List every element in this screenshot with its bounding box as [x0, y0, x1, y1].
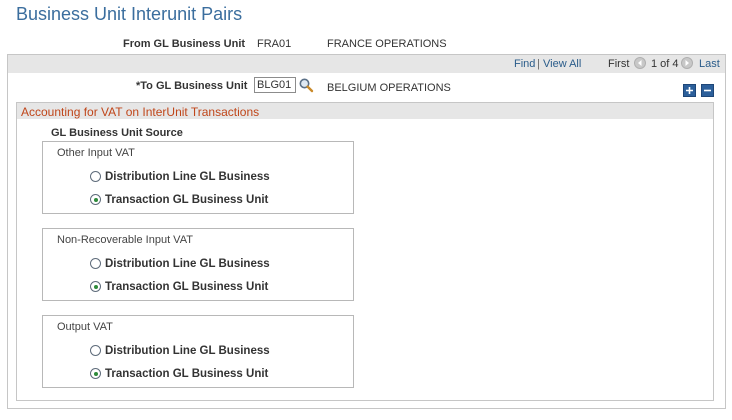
next-row-button[interactable]: [681, 57, 693, 69]
view-all-link[interactable]: View All: [543, 58, 581, 70]
plus-icon: [686, 87, 693, 94]
vat-section-title: Accounting for VAT on InterUnit Transact…: [21, 105, 260, 119]
from-bu-label: From GL Business Unit: [123, 38, 246, 50]
radio-label-other-input-transaction: Transaction GL Business Unit: [105, 194, 269, 206]
nav-separator: |: [537, 58, 540, 70]
from-bu-name: FRANCE OPERATIONS: [327, 38, 447, 50]
radio-output-transaction[interactable]: [90, 368, 101, 379]
to-bu-input[interactable]: BLG01: [254, 77, 296, 93]
to-bu-name: BELGIUM OPERATIONS: [327, 82, 451, 94]
radio-other-input-transaction[interactable]: [90, 194, 101, 205]
radio-label-output-transaction: Transaction GL Business Unit: [105, 368, 269, 380]
page-title: Business Unit Interunit Pairs: [16, 4, 243, 24]
source-label: GL Business Unit Source: [51, 127, 183, 139]
find-link[interactable]: Find: [514, 58, 535, 70]
previous-row-button[interactable]: [634, 57, 646, 69]
radio-nonrecoverable-distribution[interactable]: [90, 258, 101, 269]
arrow-right-icon: [685, 60, 689, 66]
minus-icon: [704, 89, 711, 92]
group-title-other-input-vat: Other Input VAT: [57, 147, 135, 159]
radio-label-output-distribution: Distribution Line GL Business: [105, 345, 270, 357]
radio-label-nonrecoverable-transaction: Transaction GL Business Unit: [105, 281, 269, 293]
magnifier-icon: [299, 78, 314, 93]
radio-other-input-distribution[interactable]: [90, 171, 101, 182]
add-row-button[interactable]: [683, 84, 696, 97]
remove-row-button[interactable]: [701, 84, 714, 97]
radio-output-distribution[interactable]: [90, 345, 101, 356]
arrow-left-icon: [638, 60, 642, 66]
from-bu-code: FRA01: [257, 38, 292, 50]
to-bu-label: *To GL Business Unit: [136, 80, 248, 92]
radio-nonrecoverable-transaction[interactable]: [90, 281, 101, 292]
group-title-output-vat: Output VAT: [57, 321, 113, 333]
radio-label-nonrecoverable-distribution: Distribution Line GL Business: [105, 258, 270, 270]
radio-label-other-input-distribution: Distribution Line GL Business: [105, 171, 270, 183]
group-title-nonrecoverable-vat: Non-Recoverable Input VAT: [57, 234, 193, 246]
last-link[interactable]: Last: [699, 58, 720, 70]
lookup-button[interactable]: [298, 77, 314, 93]
row-position: 1 of 4: [651, 58, 679, 70]
first-label: First: [608, 58, 630, 70]
